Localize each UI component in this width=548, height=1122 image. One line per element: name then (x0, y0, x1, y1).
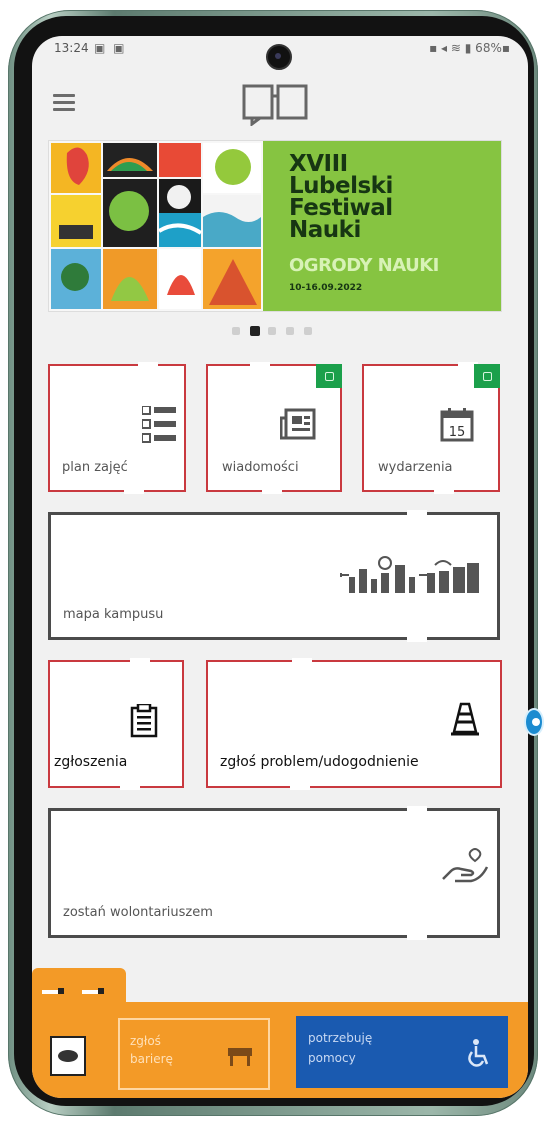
banner-title: XVIII Lubelski Festiwal Nauki (289, 151, 489, 243)
barrier-label-line1: zgłoś (130, 1034, 161, 1048)
status-notification-icons: ▣ ▣ (94, 41, 127, 55)
help-label-line1: potrzebuję (308, 1031, 373, 1045)
festival-banner[interactable]: XVIII Lubelski Festiwal Nauki OGRODY NAU… (48, 140, 502, 312)
pager-dot[interactable] (268, 327, 276, 335)
need-help-button[interactable]: potrzebuję pomocy (296, 1016, 508, 1088)
report-barrier-button[interactable]: zgłoś barierę (118, 1018, 270, 1090)
pager-dot[interactable] (286, 327, 294, 335)
banner-title-line2: Lubelski (289, 173, 393, 199)
accessibility-bar: zgłoś barierę potrzebuję pomocy (32, 968, 528, 1098)
wheelchair-icon (468, 1039, 489, 1067)
clipboard-icon (130, 704, 158, 738)
barrier-icon (228, 1048, 252, 1066)
help-label: potrzebuję pomocy (308, 1028, 438, 1068)
eye-icon[interactable] (50, 1036, 86, 1076)
menu-icon[interactable] (53, 94, 75, 112)
calendar-day-text: 15 (449, 425, 466, 440)
accessibility-tab[interactable] (32, 968, 126, 1002)
newspaper-icon (280, 408, 316, 440)
tile-wydarzenia[interactable]: 15 wydarzenia (362, 362, 500, 494)
tile-zgloszenia[interactable]: zgłoszenia (48, 658, 184, 790)
tile-label: wydarzenia (378, 460, 453, 475)
banner-title-line4: Nauki (289, 217, 361, 243)
banner-title-line1: XVIII (289, 151, 348, 177)
tile-label: zgłoś problem/udogodnienie (220, 754, 419, 770)
city-icon (340, 556, 479, 593)
banner-subtitle: OGRODY NAUKI (289, 255, 439, 276)
tile-zglos-problem[interactable]: zgłoś problem/udogodnienie (206, 658, 502, 790)
list-icon (142, 406, 176, 443)
tile-label: zgłoszenia (54, 754, 128, 770)
front-camera (266, 44, 292, 70)
banner-pager (232, 326, 332, 336)
banner-date: 10-16.09.2022 (289, 283, 363, 293)
barrier-label-line2: barierę (130, 1052, 173, 1066)
heart-hand-icon (442, 848, 489, 883)
help-label-line2: pomocy (308, 1051, 356, 1065)
tile-mapa-kampusu[interactable]: mapa kampusu (48, 510, 500, 642)
status-system-icons: ▪ ◂ ≋ ▮ 68%▪ (429, 41, 510, 55)
barrier-label: zgłoś barierę (130, 1032, 220, 1068)
banner-text-panel: XVIII Lubelski Festiwal Nauki OGRODY NAU… (263, 141, 501, 311)
pager-dot[interactable] (232, 327, 240, 335)
app-screen: 13:24 ▣ ▣ ▪ ◂ ≋ ▮ 68%▪ XVIII Lubelski Fe… (32, 36, 528, 1098)
pager-dot-active[interactable] (250, 326, 260, 336)
banner-title-line3: Festiwal (289, 195, 393, 221)
tile-label: mapa kampusu (63, 607, 164, 622)
lock-icon (316, 364, 342, 388)
lock-icon (474, 364, 500, 388)
pager-dot[interactable] (304, 327, 312, 335)
tile-label: plan zajęć (62, 460, 128, 475)
banner-artwork (49, 141, 263, 311)
tile-plan-zajec[interactable]: plan zajęć (48, 362, 186, 494)
app-header (32, 76, 528, 126)
status-time: 13:24 (54, 41, 89, 55)
tile-wiadomosci[interactable]: wiadomości (206, 362, 342, 494)
tile-zostan-wolontariuszem[interactable]: zostań wolontariuszem (48, 806, 500, 940)
tile-label: wiadomości (222, 460, 299, 475)
traffic-cone-icon (451, 702, 479, 736)
tile-label: zostań wolontariuszem (63, 905, 213, 920)
calendar-icon: 15 (440, 408, 474, 442)
floating-assistant-handle[interactable] (524, 708, 544, 736)
book-icon (242, 84, 308, 126)
